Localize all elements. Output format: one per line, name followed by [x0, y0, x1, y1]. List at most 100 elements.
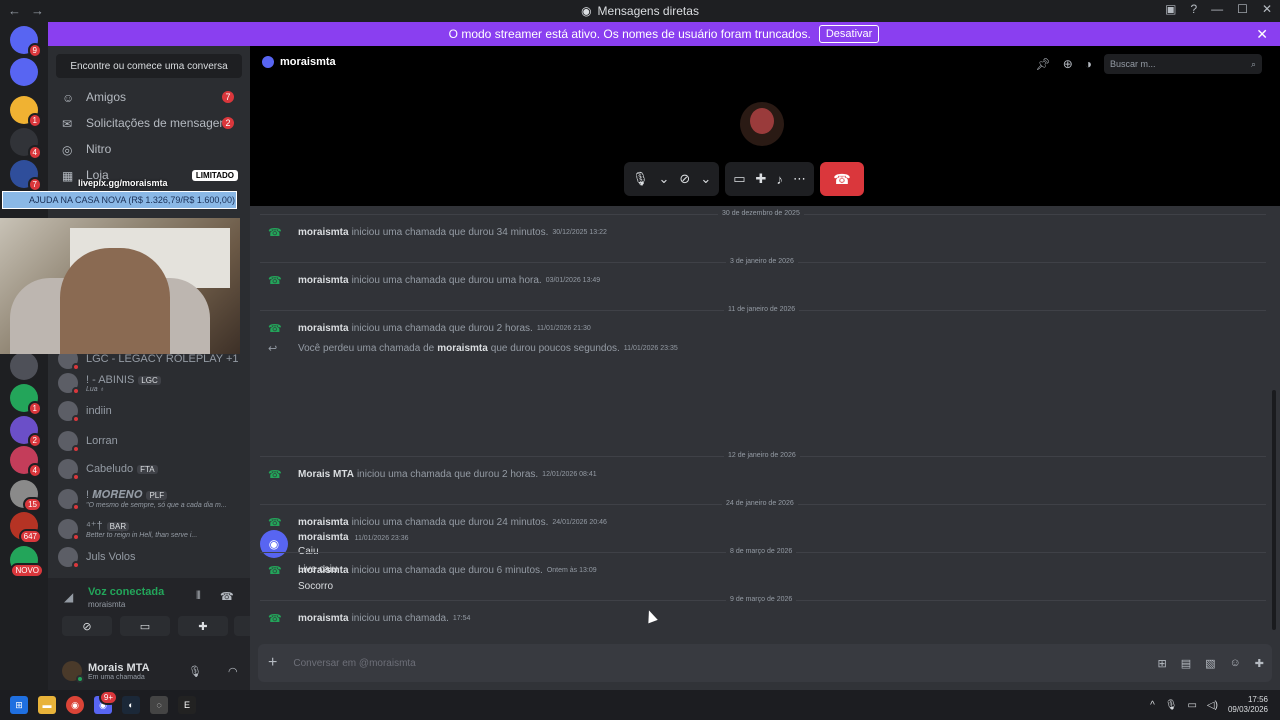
activities-button[interactable]: ✚	[178, 616, 228, 636]
dm-list-item[interactable]: indiin	[58, 398, 240, 424]
apps-icon[interactable]: ✚	[1255, 657, 1264, 670]
call-message: ☎ moraismta iniciou uma chamada que durou …	[268, 562, 597, 578]
microphone-icon: 🎙︎	[632, 171, 649, 186]
server-icon[interactable]: 1	[10, 384, 42, 416]
chat-scrollbar[interactable]	[1272, 390, 1276, 630]
caller-name[interactable]: moraismta	[298, 613, 349, 624]
minimize-button[interactable]: —	[1211, 2, 1223, 16]
headphones-icon[interactable]: ◠	[228, 665, 238, 678]
server-icon[interactable]: 15	[10, 480, 42, 512]
caller-name[interactable]: moraismta	[298, 275, 349, 286]
launcher-icon[interactable]: ◌	[150, 696, 168, 714]
call-participant-avatar[interactable]	[740, 102, 784, 146]
server-icon[interactable]: 7	[10, 160, 42, 192]
dm-list-item[interactable]: Cabeludo FTA	[58, 456, 240, 482]
server-icon[interactable]: 2	[10, 416, 42, 448]
notification-badge: 1	[27, 401, 42, 416]
date-divider-label: 12 de janeiro de 2026	[724, 452, 800, 459]
back-arrow-icon[interactable]: ←	[8, 3, 21, 18]
dm-list-item[interactable]: ! - ABINIS LGC Lua ♁	[58, 370, 240, 396]
camera-off-button[interactable]: ⊘	[62, 616, 112, 636]
notification-badge: 4	[27, 145, 42, 160]
message-author[interactable]: moraismta	[298, 532, 349, 543]
clock[interactable]: 17:56 09/03/2026	[1228, 695, 1268, 715]
hang-up-button[interactable]: ☎	[819, 162, 864, 196]
server-icon[interactable]: 1	[10, 96, 42, 128]
message-composer[interactable]: + Conversar em @moraismta ⊞ ▤ ▧ ☺ ✚	[258, 644, 1272, 682]
mic-control[interactable]: 🎙︎ ⌄ ⊘ ⌄	[624, 162, 720, 196]
dm-list-item[interactable]: ! 𝑴𝑶𝑹𝑬𝑵𝑶 PLF "O mesmo de sempre, só que a …	[58, 486, 240, 512]
find-conversation-button[interactable]: Encontre ou comece uma conversa	[56, 54, 242, 78]
caller-name[interactable]: Morais MTA	[298, 469, 354, 480]
server-icon[interactable]: 4	[10, 128, 42, 160]
microphone-icon[interactable]: 🎙︎	[1165, 700, 1178, 711]
sticker-icon[interactable]: ▧	[1205, 657, 1215, 670]
pin-icon[interactable]: 📌︎	[1035, 57, 1050, 71]
server-icon[interactable]	[10, 352, 38, 380]
more-icon[interactable]: ⋯	[793, 171, 806, 187]
add-friend-icon[interactable]: ⊕	[1063, 57, 1073, 71]
volume-icon[interactable]: ◁)	[1207, 700, 1218, 711]
server-icon[interactable]	[10, 58, 38, 86]
server-icon[interactable]: 4	[10, 446, 42, 478]
dm-name: ⁴⁺†	[86, 520, 103, 532]
dm-list-item[interactable]: Lorran	[58, 428, 240, 454]
camera-off-icon[interactable]: ⊘	[679, 171, 690, 187]
sidebar-item-friends[interactable]: ☺ Amigos 7	[56, 84, 242, 110]
streamer-mode-banner: O modo streamer está ativo. Os nomes de …	[48, 22, 1280, 46]
activities-icon[interactable]: ✚	[756, 171, 767, 187]
dm-name: Juls Volos	[86, 551, 136, 563]
header-toolbar: 📌︎ ⊕ ◑ Buscar m... ⌕	[1035, 54, 1262, 74]
share-screen-button[interactable]: ▭	[120, 616, 170, 636]
disconnect-icon[interactable]: ☎	[220, 590, 234, 603]
sidebar-item-message-requests[interactable]: ✉ Solicitações de mensagens 2	[56, 110, 242, 136]
maximize-button[interactable]: ☐	[1237, 2, 1248, 16]
disable-streamer-button[interactable]: Desativar	[818, 25, 880, 43]
avatar[interactable]: ◉	[260, 530, 288, 558]
caller-name[interactable]: moraismta	[298, 227, 349, 238]
dm-list-item[interactable]: ⁴⁺† BAR Better to reign in Hell, than serv…	[58, 516, 240, 542]
call-area: moraismta 📌︎ ⊕ ◑ Buscar m... ⌕ 🎙︎ ⌄ ⊘ ⌄ ▭ ✚ ♪…	[250, 46, 1280, 206]
close-window-button[interactable]: ✕	[1262, 2, 1272, 16]
phone-icon: ☎	[268, 564, 282, 577]
clock-date: 09/03/2026	[1227, 705, 1268, 714]
call-timestamp: 11/01/2026 23:35	[623, 344, 678, 352]
caller-name[interactable]: moraismta	[298, 517, 349, 528]
screen-share-icon[interactable]: ▭	[733, 171, 745, 187]
file-explorer-icon[interactable]: ▬	[38, 696, 56, 714]
gif-icon[interactable]: ▤	[1181, 657, 1191, 670]
call-timestamp: 17:54	[452, 614, 471, 622]
avatar[interactable]	[62, 661, 84, 683]
caller-name[interactable]: moraismta	[298, 565, 349, 576]
chevron-up-icon[interactable]: ^	[1150, 700, 1155, 711]
attach-icon[interactable]: +	[268, 654, 277, 672]
noise-suppression-icon[interactable]: ⦀	[196, 590, 201, 603]
network-icon[interactable]: ▭	[1187, 700, 1196, 711]
dm-name: indiin	[86, 405, 112, 417]
windows-start-icon[interactable]: ⊞	[10, 696, 28, 714]
dm-list-item[interactable]: Juls Volos	[58, 544, 240, 570]
profile-icon[interactable]: ◑	[1085, 57, 1092, 71]
inbox-icon[interactable]: ▣	[1165, 2, 1176, 16]
soundboard-icon[interactable]: ♪	[776, 172, 783, 187]
caller-name[interactable]: moraismta	[437, 343, 488, 354]
envelope-icon: ✉	[62, 117, 73, 131]
chrome-icon[interactable]: ◉	[66, 696, 84, 714]
search-input[interactable]: Buscar m... ⌕	[1104, 54, 1262, 74]
server-icon[interactable]: 647	[10, 512, 42, 544]
discord-taskbar-icon[interactable]: ◉9+	[94, 690, 118, 714]
emoji-icon[interactable]: ☺	[1230, 657, 1241, 670]
gift-icon[interactable]: ⊞	[1158, 657, 1167, 670]
steam-icon[interactable]: ◐	[122, 696, 140, 714]
forward-arrow-icon[interactable]: →	[31, 3, 44, 18]
chevron-down-icon[interactable]: ⌄	[700, 171, 711, 187]
server-icon[interactable]: NOVO	[10, 546, 44, 578]
epic-games-icon[interactable]: E	[178, 696, 196, 714]
caller-name[interactable]: moraismta	[298, 323, 349, 334]
close-icon[interactable]: ✕	[1256, 26, 1268, 43]
help-icon[interactable]: ?	[1190, 2, 1197, 16]
sidebar-item-nitro[interactable]: ◎ Nitro	[56, 136, 242, 162]
chevron-down-icon[interactable]: ⌄	[659, 171, 670, 187]
server-icon[interactable]: 9	[10, 26, 42, 58]
microphone-icon[interactable]: 🎙︎	[188, 665, 202, 678]
